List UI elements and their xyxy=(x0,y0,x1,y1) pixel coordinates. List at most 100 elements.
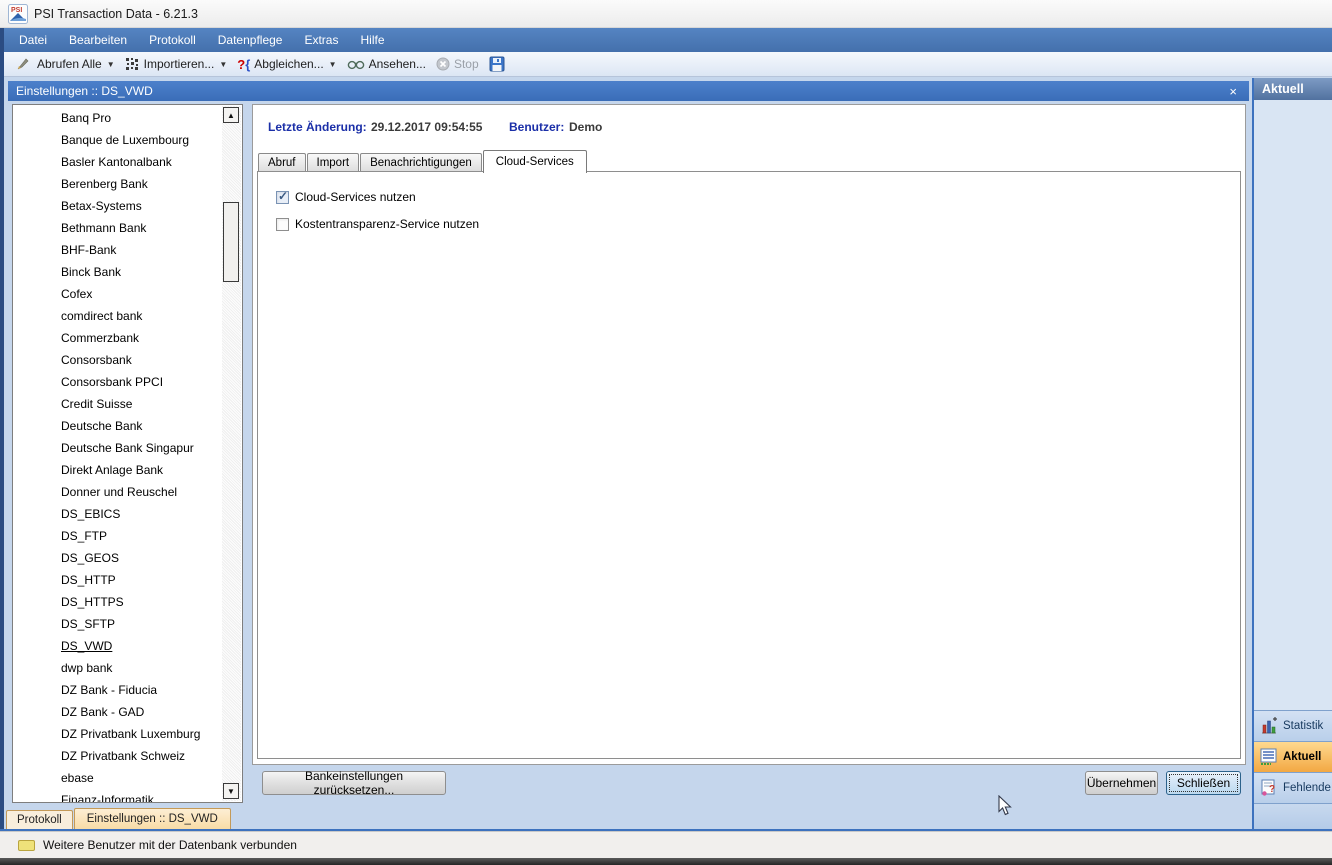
sidebar-item-aktuell[interactable]: Aktuell xyxy=(1254,741,1332,772)
bank-list-item[interactable]: Basler Kantonalbank xyxy=(13,151,221,173)
scrollbar-thumb[interactable] xyxy=(223,202,239,282)
application-window: PSI PSI Transaction Data - 6.21.3 DateiB… xyxy=(0,0,1332,865)
menu-item[interactable]: Bearbeiten xyxy=(58,29,138,51)
bank-list-item[interactable]: Banq Pro xyxy=(13,107,221,129)
use-cloud-services-label: Cloud-Services nutzen xyxy=(295,190,416,204)
psi-app-icon: PSI xyxy=(8,4,28,24)
view-button[interactable]: Ansehen... xyxy=(342,55,431,73)
user-value: Demo xyxy=(569,120,602,134)
cost-transparency-checkbox[interactable] xyxy=(276,218,289,231)
menu-item[interactable]: Protokoll xyxy=(138,29,207,51)
use-cloud-services-checkbox[interactable] xyxy=(276,191,289,204)
settings-panel-title: Einstellungen :: DS_VWD xyxy=(16,84,153,98)
bank-list-item[interactable]: Berenberg Bank xyxy=(13,173,221,195)
bank-list-item[interactable]: DS_VWD xyxy=(13,635,221,657)
sidebar-header: Aktuell xyxy=(1254,78,1332,100)
bank-list-item[interactable]: Betax-Systems xyxy=(13,195,221,217)
menu-item[interactable]: Datei xyxy=(8,29,58,51)
user-label: Benutzer: xyxy=(509,120,564,134)
current-list-icon xyxy=(1260,748,1278,766)
bank-list-item[interactable]: comdirect bank xyxy=(13,305,221,327)
bank-list-item[interactable]: ebase xyxy=(13,767,221,789)
bank-list-item[interactable]: Consorsbank PPCI xyxy=(13,371,221,393)
last-change-value: 29.12.2017 09:54:55 xyxy=(371,120,482,134)
settings-tabstrip: AbrufImportBenachrichtigungenCloud-Servi… xyxy=(258,146,588,172)
status-bar: Weitere Benutzer mit der Datenbank verbu… xyxy=(0,831,1332,858)
bank-list-item[interactable]: Donner und Reuschel xyxy=(13,481,221,503)
bank-list-item[interactable]: dwp bank xyxy=(13,657,221,679)
sidebar-item-fehlende[interactable]: ? Fehlende xyxy=(1254,772,1332,803)
import-button[interactable]: Importieren... ▼ xyxy=(120,55,233,73)
bank-list-item[interactable]: DS_HTTP xyxy=(13,569,221,591)
bank-list-item[interactable]: Commerzbank xyxy=(13,327,221,349)
fetch-lightning-icon xyxy=(17,57,33,71)
bank-list-item[interactable]: Cofex xyxy=(13,283,221,305)
bank-list-item[interactable]: DZ Bank - GAD xyxy=(13,701,221,723)
bank-list-item[interactable]: Bethmann Bank xyxy=(13,217,221,239)
bank-list-item[interactable]: Deutsche Bank Singapur xyxy=(13,437,221,459)
bank-list-item[interactable]: Binck Bank xyxy=(13,261,221,283)
save-disk-icon xyxy=(489,56,505,72)
bank-list-item[interactable]: DZ Privatbank Schweiz xyxy=(13,745,221,767)
import-grid-icon xyxy=(125,57,140,71)
settings-tab[interactable]: Import xyxy=(307,153,360,172)
bank-list-item[interactable]: DS_SFTP xyxy=(13,613,221,635)
screen-edge-strip xyxy=(0,858,1332,865)
menu-bar: DateiBearbeitenProtokollDatenpflegeExtra… xyxy=(4,28,1332,52)
scroll-up-icon[interactable]: ▲ xyxy=(223,107,239,123)
cost-transparency-label: Kostentransparenz-Service nutzen xyxy=(295,217,479,231)
settings-tab[interactable]: Abruf xyxy=(258,153,306,172)
bank-list: Banq ProBanque de LuxembourgBasler Kanto… xyxy=(13,107,221,803)
status-yellow-icon xyxy=(18,840,35,851)
dropdown-arrow-icon[interactable]: ▼ xyxy=(329,60,337,69)
bank-list-item[interactable]: DS_HTTPS xyxy=(13,591,221,613)
bank-list-item[interactable]: BHF-Bank xyxy=(13,239,221,261)
bank-list-item[interactable]: Finanz-Informatik xyxy=(13,789,221,803)
reset-bank-settings-button[interactable]: Bankeinstellungen zurücksetzen... xyxy=(262,771,446,795)
stop-icon xyxy=(436,57,450,71)
apply-button[interactable]: Übernehmen xyxy=(1085,771,1158,795)
bank-list-item[interactable]: DS_FTP xyxy=(13,525,221,547)
status-message: Weitere Benutzer mit der Datenbank verbu… xyxy=(43,838,297,852)
dropdown-arrow-icon[interactable]: ▼ xyxy=(107,60,115,69)
bank-list-item[interactable]: DS_EBICS xyxy=(13,503,221,525)
settings-tab[interactable]: Benachrichtigungen xyxy=(360,153,482,172)
bank-list-item[interactable]: DS_GEOS xyxy=(13,547,221,569)
settings-tab[interactable]: Cloud-Services xyxy=(483,150,587,173)
toolbar: Abrufen Alle ▼ Importieren... ▼ ?{ Abgle… xyxy=(4,52,1332,77)
stop-label: Stop xyxy=(454,57,479,71)
fetch-all-button[interactable]: Abrufen Alle ▼ xyxy=(12,55,120,73)
statistics-chart-icon xyxy=(1260,717,1278,735)
glasses-icon xyxy=(347,58,365,70)
view-label: Ansehen... xyxy=(369,57,426,71)
import-label: Importieren... xyxy=(144,57,215,71)
reconcile-icon: ?{ xyxy=(237,57,250,72)
bank-list-item[interactable]: DZ Bank - Fiducia xyxy=(13,679,221,701)
reconcile-button[interactable]: ?{ Abgleichen... ▼ xyxy=(232,55,341,74)
bank-list-item[interactable]: DZ Privatbank Luxemburg xyxy=(13,723,221,745)
document-tabstrip: ProtokollEinstellungen :: DS_VWD xyxy=(6,805,231,829)
menu-item[interactable]: Extras xyxy=(293,29,349,51)
dropdown-arrow-icon[interactable]: ▼ xyxy=(219,60,227,69)
bank-list-item[interactable]: Banque de Luxembourg xyxy=(13,129,221,151)
document-tab[interactable]: Protokoll xyxy=(6,810,73,829)
stop-button: Stop xyxy=(431,55,484,73)
sidebar-item-statistik[interactable]: Statistik xyxy=(1254,710,1332,741)
bank-list-item[interactable]: Deutsche Bank xyxy=(13,415,221,437)
bank-list-item[interactable]: Credit Suisse xyxy=(13,393,221,415)
reconcile-label: Abgleichen... xyxy=(254,57,323,71)
sidebar-filler xyxy=(1254,803,1332,829)
bank-list-item[interactable]: Direkt Anlage Bank xyxy=(13,459,221,481)
bank-list-scrollbar[interactable]: ▲ ▼ xyxy=(222,106,241,801)
document-tab[interactable]: Einstellungen :: DS_VWD xyxy=(74,808,231,829)
close-button[interactable]: Schließen xyxy=(1166,771,1241,795)
menu-item[interactable]: Hilfe xyxy=(349,29,395,51)
scroll-down-icon[interactable]: ▼ xyxy=(223,783,239,799)
bank-list-item[interactable]: Consorsbank xyxy=(13,349,221,371)
menu-item[interactable]: Datenpflege xyxy=(207,29,294,51)
save-button[interactable] xyxy=(484,54,510,74)
close-icon[interactable]: × xyxy=(1225,84,1241,99)
fetch-all-label: Abrufen Alle xyxy=(37,57,102,71)
use-cloud-services-row: Cloud-Services nutzen xyxy=(276,190,416,204)
missing-document-icon: ? xyxy=(1260,779,1278,797)
